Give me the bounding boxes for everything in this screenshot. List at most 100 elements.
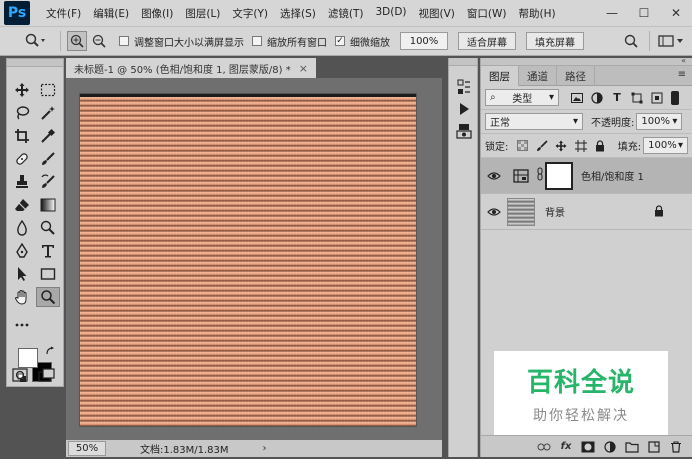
new-adjustment-button[interactable] (599, 438, 621, 456)
new-group-button[interactable] (621, 438, 643, 456)
marquee-tool[interactable] (36, 80, 60, 100)
clone-stamp-tool[interactable] (10, 172, 34, 192)
zoom-out-button[interactable] (89, 31, 109, 51)
lock-pixels-button[interactable] (534, 138, 549, 154)
blend-mode-select[interactable]: 正常 ▾ (485, 113, 583, 130)
layer-row-background[interactable]: 背景 (481, 194, 692, 230)
menu-type[interactable]: 文字(Y) (226, 6, 274, 21)
filter-smart-object-button[interactable] (649, 90, 665, 106)
history-brush-tool[interactable] (36, 172, 60, 192)
scrubby-zoom-checkbox[interactable]: ✓ 细微缩放 (335, 34, 390, 49)
filter-adjustment-button[interactable] (589, 90, 605, 106)
screen-mode-button[interactable] (38, 368, 56, 382)
search-button[interactable] (621, 31, 641, 51)
maximize-button[interactable]: ☐ (628, 0, 660, 26)
workspace-switcher[interactable] (656, 31, 686, 51)
layer-style-button[interactable]: fx (555, 438, 577, 456)
type-tool[interactable] (36, 241, 60, 261)
link-layers-button[interactable] (533, 438, 555, 456)
resize-windows-label: 调整窗口大小以满屏显示 (134, 37, 244, 49)
close-button[interactable]: ✕ (660, 0, 692, 26)
eyedropper-tool[interactable] (36, 126, 60, 146)
path-selection-tool[interactable] (10, 264, 34, 284)
strip-header[interactable] (449, 58, 477, 66)
layer-row-hue-saturation[interactable]: 色相/饱和度 1 (481, 158, 692, 194)
menu-help[interactable]: 帮助(H) (513, 6, 562, 21)
layer-name[interactable]: 色相/饱和度 1 (581, 168, 644, 183)
tab-channels[interactable]: 通道 (519, 66, 557, 86)
new-layer-button[interactable] (643, 438, 665, 456)
fill-screen-button[interactable]: 填充屏幕 (526, 32, 584, 50)
visibility-eye-icon[interactable] (481, 207, 507, 217)
menu-3d[interactable]: 3D(D) (369, 6, 412, 21)
dodge-icon (40, 220, 55, 235)
libraries-panel-button[interactable] (453, 122, 475, 140)
zoom-value-field[interactable]: 100% (400, 32, 448, 50)
menu-view[interactable]: 视图(V) (413, 6, 461, 21)
layer-name[interactable]: 背景 (545, 204, 565, 219)
menu-select[interactable]: 选择(S) (274, 6, 322, 21)
swap-colors-button[interactable] (45, 346, 55, 356)
tool-preset-picker[interactable] (16, 30, 54, 52)
menu-filter[interactable]: 滤镜(T) (322, 6, 370, 21)
gradient-tool[interactable] (36, 195, 60, 215)
zoom-in-button[interactable] (67, 31, 87, 51)
document-tab[interactable]: 未标题-1 @ 50% (色相/饱和度 1, 图层蒙版/8) * × (66, 58, 316, 78)
filter-shape-button[interactable] (629, 90, 645, 106)
healing-brush-tool[interactable] (10, 149, 34, 169)
mask-link-icon[interactable] (535, 167, 545, 184)
tab-paths[interactable]: 路径 (557, 66, 595, 86)
menu-edit[interactable]: 编辑(E) (87, 6, 135, 21)
pen-tool[interactable] (10, 241, 34, 261)
rectangle-tool[interactable] (36, 264, 60, 284)
minimize-button[interactable]: — (596, 0, 628, 26)
filter-kind-select[interactable]: ⌕ 类型 ▾ (485, 89, 559, 106)
menu-image[interactable]: 图像(I) (135, 6, 179, 21)
filter-pixel-button[interactable] (569, 90, 585, 106)
zoom-tool[interactable] (36, 287, 60, 307)
lock-all-button[interactable] (592, 138, 607, 154)
brush-tool[interactable] (36, 149, 60, 169)
fill-field[interactable]: 100% ▾ (643, 137, 689, 154)
foreground-color-swatch[interactable] (18, 348, 38, 368)
add-mask-button[interactable] (577, 438, 599, 456)
blur-tool[interactable] (10, 218, 34, 238)
zoom-all-windows-checkbox[interactable]: 缩放所有窗口 (252, 34, 327, 49)
actions-panel-button[interactable] (453, 100, 475, 118)
more-tools-button[interactable] (10, 315, 34, 335)
eraser-tool[interactable] (10, 195, 34, 215)
opacity-field[interactable]: 100% ▾ (636, 113, 683, 130)
tab-layers[interactable]: 图层 (481, 66, 519, 86)
lock-artboard-button[interactable] (573, 138, 588, 154)
close-tab-icon[interactable]: × (299, 62, 308, 75)
menu-file[interactable]: 文件(F) (40, 6, 87, 21)
menu-layer[interactable]: 图层(L) (179, 6, 226, 21)
toolbox-header[interactable] (7, 59, 63, 67)
visibility-eye-icon[interactable] (481, 171, 507, 181)
filter-toggle-switch[interactable] (671, 90, 679, 105)
dodge-tool[interactable] (36, 218, 60, 238)
layer-mask-thumbnail[interactable] (545, 161, 573, 190)
lock-position-button[interactable] (553, 138, 568, 154)
panel-menu-icon[interactable]: ≡ (678, 69, 686, 80)
hand-tool[interactable] (10, 287, 34, 307)
delete-layer-button[interactable] (665, 438, 687, 456)
lasso-tool[interactable] (10, 103, 34, 123)
magic-wand-tool[interactable] (36, 103, 60, 123)
status-zoom-field[interactable]: 50% (68, 441, 106, 456)
filter-type-button[interactable]: T (609, 90, 625, 106)
crop-tool[interactable] (10, 126, 34, 146)
document-canvas[interactable] (80, 94, 416, 426)
quick-mask-button[interactable] (12, 368, 28, 382)
resize-windows-checkbox[interactable]: 调整窗口大小以满屏显示 (119, 34, 244, 49)
history-panel-button[interactable] (453, 78, 475, 96)
canvas-area[interactable] (66, 78, 442, 440)
lock-transparent-button[interactable] (514, 138, 529, 154)
fit-screen-button[interactable]: 适合屏幕 (458, 32, 516, 50)
panel-header[interactable]: « (481, 56, 692, 66)
move-tool[interactable] (10, 80, 34, 100)
collapse-arrows-icon[interactable]: « (681, 56, 686, 65)
menu-window[interactable]: 窗口(W) (461, 6, 513, 21)
history-icon (457, 79, 470, 94)
status-menu-arrow[interactable]: › (263, 443, 267, 454)
